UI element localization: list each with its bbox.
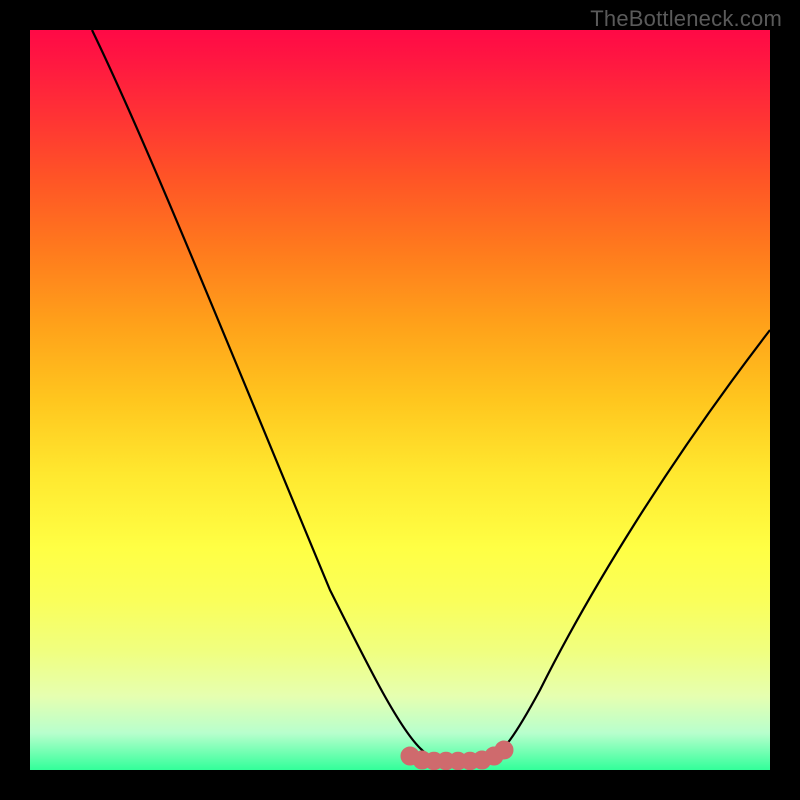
chart-frame: TheBottleneck.com xyxy=(0,0,800,800)
bottleneck-curve-svg xyxy=(30,30,770,770)
bottleneck-curve xyxy=(92,30,770,761)
plot-area xyxy=(30,30,770,770)
watermark-text: TheBottleneck.com xyxy=(590,6,782,32)
